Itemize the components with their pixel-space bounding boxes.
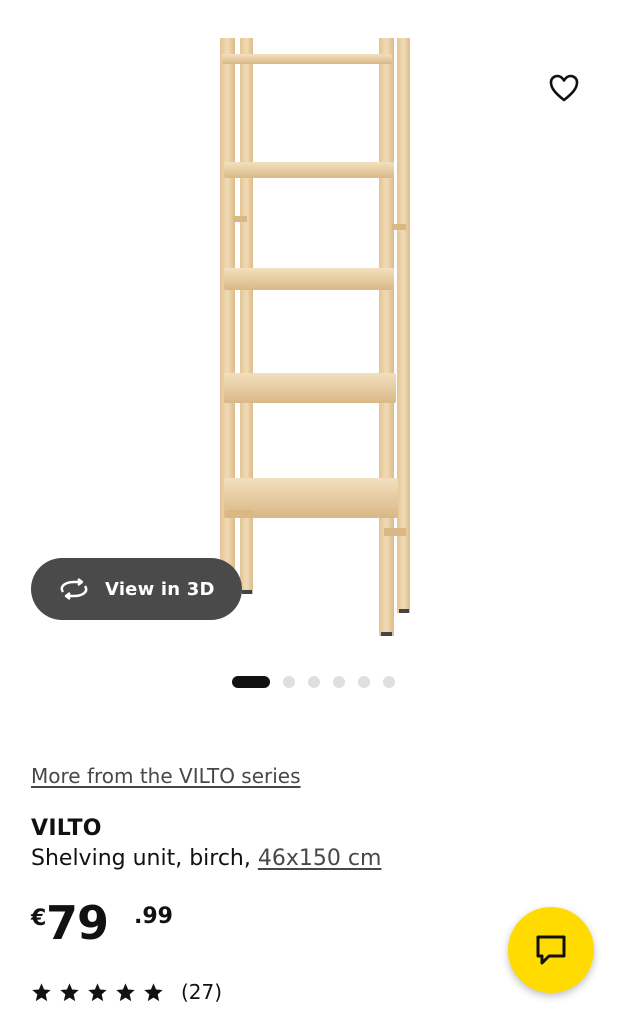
rotate-3d-icon [60, 578, 88, 600]
price-integer: 79 [46, 896, 109, 950]
price-decimal: .99 [134, 904, 173, 929]
star-icon [144, 982, 163, 1001]
product-name: VILTO [31, 816, 102, 841]
gallery-dot-1[interactable] [232, 676, 270, 688]
dimensions-link[interactable]: 46x150 cm [258, 846, 382, 871]
favourite-button[interactable] [540, 64, 588, 112]
product-description: Shelving unit, birch, 46x150 cm [31, 846, 381, 871]
chat-bubble-icon [536, 935, 566, 965]
gallery-dot-3[interactable] [308, 676, 320, 688]
gallery-dot-6[interactable] [383, 676, 395, 688]
heart-outline-icon [549, 74, 579, 102]
star-icon [116, 982, 135, 1001]
price-currency: € [31, 906, 47, 931]
product-page: View in 3D More from the VILTO series VI… [0, 0, 626, 1024]
view-in-3d-button[interactable]: View in 3D [31, 558, 242, 620]
series-link[interactable]: More from the VILTO series [31, 764, 301, 788]
gallery-pagination [232, 676, 395, 688]
product-gallery[interactable]: View in 3D [0, 0, 626, 650]
gallery-dot-5[interactable] [358, 676, 370, 688]
gallery-dot-4[interactable] [333, 676, 345, 688]
product-description-text: Shelving unit, birch, [31, 846, 258, 871]
product-rating[interactable]: (27) [31, 980, 222, 1004]
gallery-dot-2[interactable] [283, 676, 295, 688]
chat-button[interactable] [508, 907, 594, 993]
star-icon [60, 982, 79, 1001]
star-icon [88, 982, 107, 1001]
view-in-3d-label: View in 3D [105, 578, 215, 600]
star-icon [32, 982, 51, 1001]
product-image [220, 38, 410, 636]
review-count: (27) [181, 980, 223, 1004]
